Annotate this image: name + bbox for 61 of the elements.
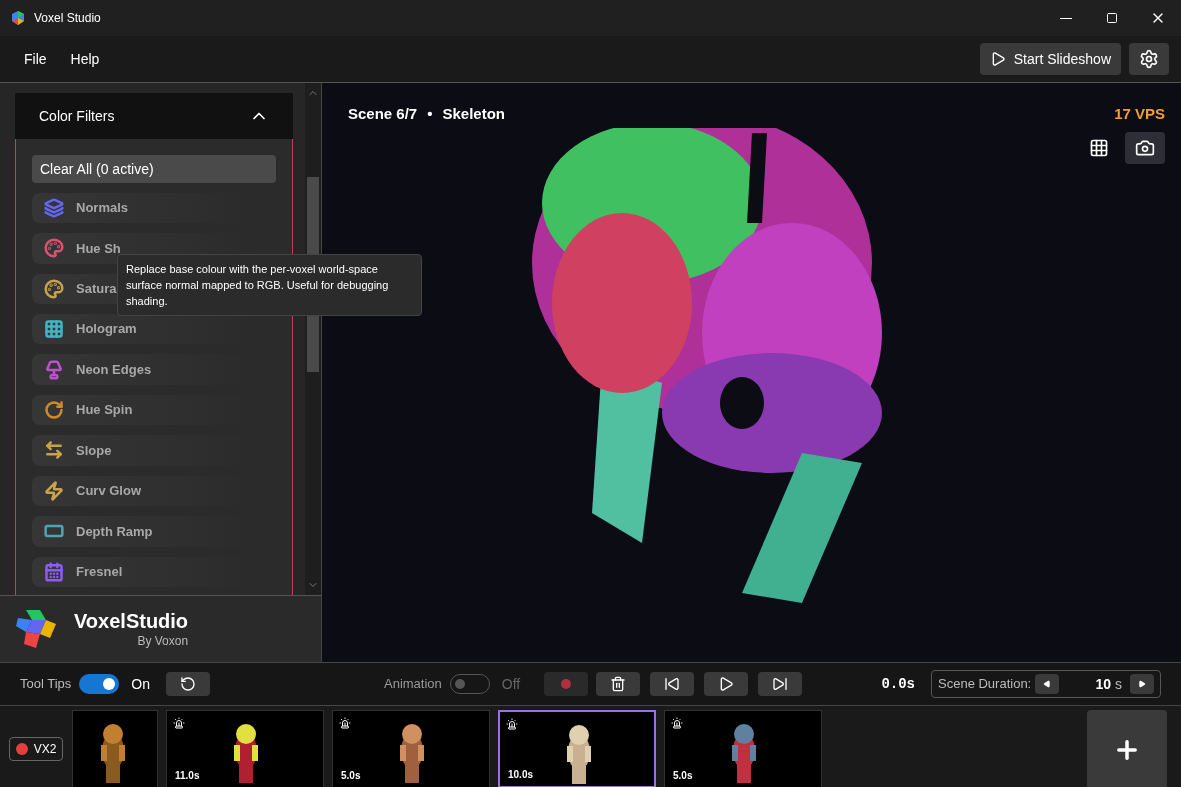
duration-unit: s: [1115, 675, 1122, 694]
camera-button[interactable]: [1125, 131, 1165, 164]
duration-label: 10.0s: [508, 768, 534, 782]
scene-thumbnail[interactable]: 11.0s: [166, 710, 324, 787]
light-icon: [671, 717, 683, 729]
brand-subtitle: By Voxon: [137, 633, 189, 649]
next-button[interactable]: [758, 672, 803, 696]
play-button[interactable]: [704, 672, 749, 696]
frame-rate: 17 VPS: [1114, 104, 1165, 124]
reset-button[interactable]: [166, 672, 210, 696]
tooltips-label: Tool Tips: [20, 675, 72, 694]
settings-icon: [1139, 49, 1159, 69]
scene-thumbnail[interactable]: [72, 710, 158, 787]
brand-name: VoxelStudio: [74, 609, 189, 633]
duration-label: 5.0s: [673, 769, 693, 783]
separator-dot: •: [427, 104, 433, 124]
minimize-icon: [1060, 17, 1072, 19]
app-logo-icon: [10, 10, 26, 26]
left-triangle-icon: [1043, 680, 1052, 688]
maximize-icon: [1106, 12, 1118, 24]
record-button[interactable]: [544, 672, 589, 696]
skip-back-icon: [664, 676, 681, 692]
skip-forward-icon: [772, 676, 789, 692]
tooltips-state: On: [131, 675, 150, 694]
settings-button[interactable]: [1129, 43, 1169, 75]
trash-icon: [610, 676, 627, 692]
clear-all-button[interactable]: Clear All (0 active): [32, 155, 276, 183]
duration-label: Scene Duration:: [938, 675, 1032, 694]
scene-thumbnail[interactable]: 10.0s: [498, 710, 656, 787]
window-title: Voxel Studio: [34, 10, 101, 26]
grid-icon[interactable]: [1089, 137, 1109, 158]
right-triangle-icon: [1138, 680, 1146, 688]
delete-button[interactable]: [596, 672, 641, 696]
scene-title: Scene 6/7: [348, 104, 418, 124]
record-icon: [561, 679, 572, 689]
light-icon: [506, 718, 518, 730]
duration-label: 5.0s: [341, 769, 361, 783]
menu-item[interactable]: Help: [58, 49, 112, 69]
time-readout: 0.0s: [881, 675, 915, 694]
light-icon: [173, 717, 185, 729]
duration-value: 10: [1095, 675, 1111, 694]
animation-label: Animation: [384, 675, 442, 694]
previous-button[interactable]: [650, 672, 695, 696]
increase-button[interactable]: [1130, 674, 1154, 694]
decrease-button[interactable]: [1035, 674, 1060, 694]
filters-header[interactable]: Color Filters: [15, 93, 293, 139]
menu-item[interactable]: File: [12, 49, 59, 69]
reset-icon: [180, 676, 196, 692]
scene-thumbnail[interactable]: 5.0s: [332, 710, 490, 787]
play-icon: [718, 676, 735, 692]
animation-state: Off: [501, 675, 521, 694]
scene-duration-field[interactable]: Scene Duration: 10 s: [931, 670, 1161, 698]
add-scene-button[interactable]: [1087, 710, 1167, 787]
scene-thumbnail[interactable]: 5.0s: [664, 710, 822, 787]
device-button[interactable]: VX2: [8, 736, 64, 761]
duration-label: 11.0s: [175, 769, 200, 783]
start-slideshow-button[interactable]: Start Slideshow: [979, 43, 1121, 75]
tooltip: Replace base colour with the per-voxel world-space surface normal mapped to RGB. Useful for debugging shading.: [117, 254, 422, 316]
light-icon: [339, 717, 351, 729]
scene-name: Skeleton: [442, 104, 505, 124]
toggle-switch[interactable]: [79, 674, 120, 694]
